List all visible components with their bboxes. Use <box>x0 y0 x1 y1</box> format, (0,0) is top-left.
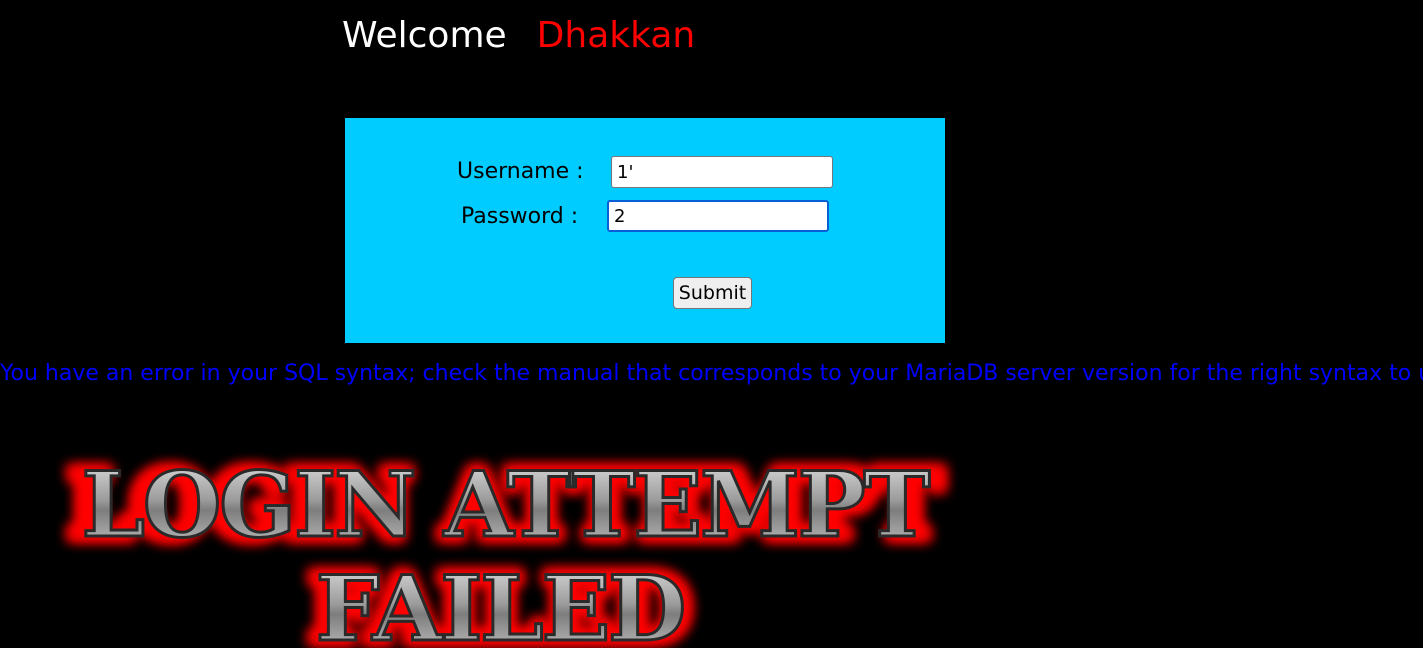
password-field[interactable] <box>607 200 829 232</box>
username-label: Username : <box>457 159 584 184</box>
submit-button[interactable]: Submit <box>673 277 752 309</box>
login-failed-image: LOGIN ATTEMPT LOGIN ATTEMPT FAILED FAILE… <box>64 447 947 648</box>
username-field[interactable] <box>611 156 833 188</box>
login-form: Username : Password : Submit <box>345 118 945 343</box>
banner-line2: FAILED <box>316 556 684 648</box>
sql-error-message: You have an error in your SQL syntax; ch… <box>0 361 1423 386</box>
password-label: Password : <box>461 204 579 229</box>
banner-line1: LOGIN ATTEMPT <box>82 452 931 558</box>
login-failed-banner: LOGIN ATTEMPT LOGIN ATTEMPT FAILED FAILE… <box>20 440 1010 648</box>
welcome-heading: Welcome Dhakkan <box>342 12 695 60</box>
welcome-name: Dhakkan <box>536 15 696 56</box>
welcome-word: Welcome <box>342 15 507 56</box>
login-page: Welcome Dhakkan Username : Password : Sub… <box>0 0 1423 648</box>
